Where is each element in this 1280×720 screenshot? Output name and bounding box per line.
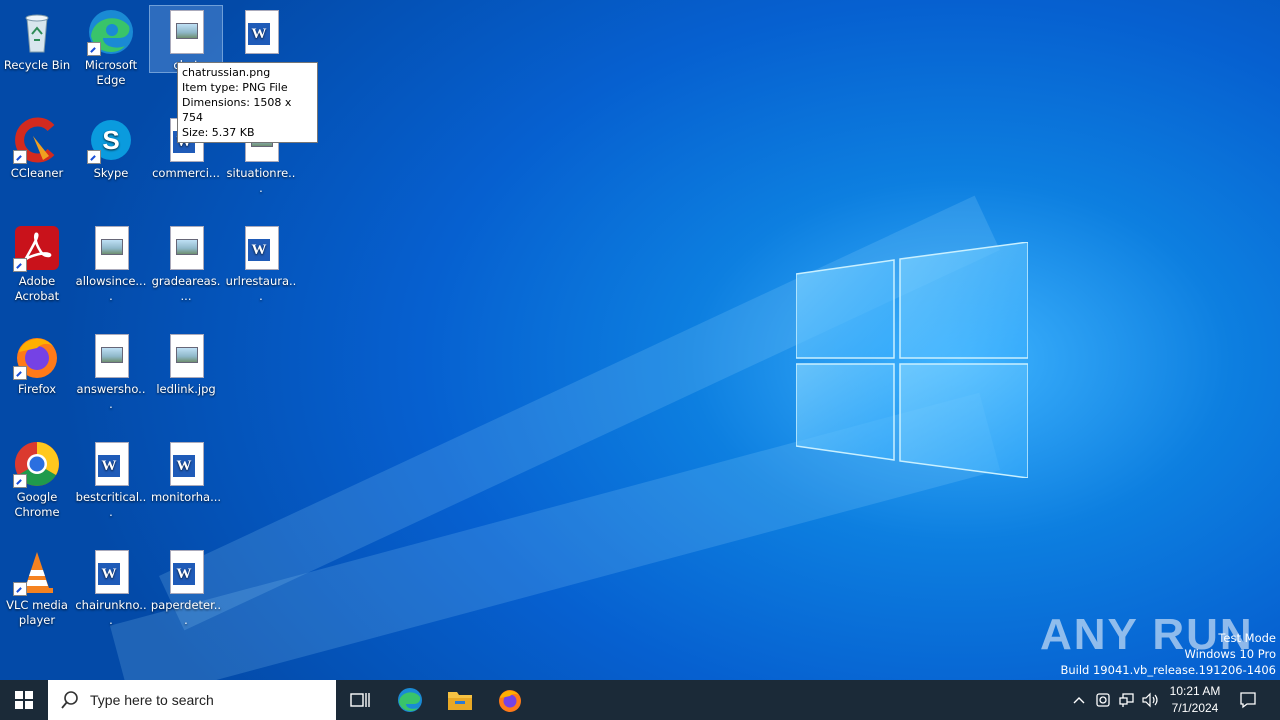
icon-label: situationre... (226, 166, 296, 195)
icon-label: CCleaner (10, 166, 64, 180)
desktop-icon-image-file[interactable]: gradeareas.... (150, 224, 222, 304)
task-view-button[interactable] (336, 680, 384, 720)
svg-text:S: S (102, 125, 119, 155)
taskbar-edge-button[interactable] (386, 680, 434, 720)
icon-label: Microsoft Edge (84, 58, 138, 87)
volume-button[interactable] (1140, 680, 1162, 720)
desktop-icon-microsoft-edge[interactable]: Microsoft Edge (75, 8, 147, 88)
tray-app-icon (1096, 693, 1110, 707)
desktop-icon-ccleaner[interactable]: CCleaner (1, 116, 73, 181)
word-doc-icon: W (245, 10, 279, 54)
icon-label: Recycle Bin (3, 58, 71, 72)
windows-wallpaper-logo (796, 242, 1028, 478)
watermark-line: Build 19041.vb_release.191206-1406 (1060, 663, 1276, 677)
watermark-line: Windows 10 Pro (1184, 647, 1276, 661)
icon-label: urlrestaura... (225, 274, 297, 303)
tooltip-item-type: Item type: PNG File (182, 81, 288, 94)
icon-label: Firefox (17, 382, 57, 396)
shortcut-arrow-icon (13, 366, 27, 380)
desktop-icon-adobe-acrobat[interactable]: Adobe Acrobat (1, 224, 73, 304)
icon-label: Adobe Acrobat (14, 274, 60, 303)
clock-time: 10:21 AM (1169, 684, 1221, 698)
word-doc-icon: W (170, 550, 204, 594)
shortcut-arrow-icon (87, 42, 101, 56)
desktop-icon-image-file[interactable]: answersho... (75, 332, 147, 412)
edge-icon (398, 688, 422, 712)
tooltip-filename: chatrussian.png (182, 66, 271, 79)
icon-label: Google Chrome (14, 490, 60, 519)
network-button[interactable] (1116, 680, 1138, 720)
file-info-tooltip: chatrussian.png Item type: PNG File Dime… (177, 62, 318, 143)
taskbar-file-explorer-button[interactable] (436, 680, 484, 720)
search-placeholder: Type here to search (90, 692, 214, 708)
chevron-up-icon (1073, 697, 1085, 704)
desktop-icon-image-file[interactable]: ledlink.jpg (150, 332, 222, 397)
image-file-icon (95, 334, 129, 378)
network-icon (1119, 693, 1134, 707)
icon-label: Skype (93, 166, 129, 180)
icon-label: answersho... (76, 382, 146, 411)
icon-label: chairunkno... (75, 598, 147, 627)
shortcut-arrow-icon (13, 582, 27, 596)
search-icon (61, 691, 78, 709)
taskbar-firefox-button[interactable] (486, 680, 534, 720)
desktop-icon-google-chrome[interactable]: Google Chrome (1, 440, 73, 520)
desktop-icon-skype[interactable]: S Skype (75, 116, 147, 181)
desktop-icon-word-doc[interactable]: W urlrestaura... (225, 224, 297, 304)
icon-label: monitorha... (150, 490, 222, 504)
show-hidden-icons-button[interactable] (1068, 680, 1090, 720)
word-doc-icon: W (95, 550, 129, 594)
firefox-icon (499, 690, 521, 712)
desktop-icon-word-doc[interactable]: W monitorha... (150, 440, 222, 505)
icon-label: VLC media player (6, 598, 68, 627)
volume-icon (1142, 692, 1158, 708)
desktop[interactable]: Recycle Bin CCleaner Adobe Acrobat Firef… (0, 0, 1280, 680)
image-file-icon (170, 334, 204, 378)
shortcut-arrow-icon (87, 150, 101, 164)
desktop-icon-word-doc[interactable]: W bestcritical... (75, 440, 147, 520)
tooltip-dimensions: Dimensions: 1508 x 754 (182, 96, 292, 124)
word-doc-icon: W (95, 442, 129, 486)
desktop-icon-image-file[interactable]: allowsince.... (75, 224, 147, 304)
recycle-bin-icon (25, 14, 49, 53)
image-file-icon (170, 226, 204, 270)
desktop-icon-firefox[interactable]: Firefox (1, 332, 73, 397)
folder-icon (448, 692, 472, 710)
watermark-line: Test Mode (1218, 631, 1276, 645)
tray-app-button[interactable] (1092, 680, 1114, 720)
clock-button[interactable]: 10:21 AM 7/1/2024 (1164, 680, 1226, 720)
shortcut-arrow-icon (13, 474, 27, 488)
desktop-icon-word-doc[interactable]: W paperdeter... (150, 548, 222, 628)
word-doc-icon: W (245, 226, 279, 270)
shortcut-arrow-icon (13, 150, 27, 164)
notification-icon (1240, 692, 1256, 709)
task-view-icon (350, 693, 370, 707)
desktop-icon-word-doc[interactable]: W (225, 8, 297, 58)
desktop-icon-recycle-bin[interactable]: Recycle Bin (1, 8, 73, 73)
test-mode-watermark: Test Mode Windows 10 Pro Build 19041.vb_… (1060, 630, 1276, 678)
clock-date: 7/1/2024 (1171, 701, 1219, 715)
icon-label: commerci... (152, 166, 220, 180)
word-doc-icon: W (170, 442, 204, 486)
icon-label: gradeareas.... (151, 274, 221, 303)
image-file-icon (95, 226, 129, 270)
icon-label: bestcritical... (75, 490, 147, 519)
icon-label: paperdeter... (150, 598, 222, 627)
windows-start-icon (15, 691, 33, 709)
icon-label: allowsince.... (75, 274, 147, 303)
image-file-icon (170, 10, 204, 54)
shortcut-arrow-icon (13, 258, 27, 272)
icon-label: ledlink.jpg (156, 382, 216, 396)
desktop-icon-word-doc[interactable]: W chairunkno... (75, 548, 147, 628)
action-center-button[interactable] (1230, 680, 1266, 720)
start-button[interactable] (0, 680, 48, 720)
taskbar-search-box[interactable]: Type here to search (48, 680, 336, 720)
tooltip-size: Size: 5.37 KB (182, 126, 255, 139)
desktop-icon-vlc[interactable]: VLC media player (1, 548, 73, 628)
